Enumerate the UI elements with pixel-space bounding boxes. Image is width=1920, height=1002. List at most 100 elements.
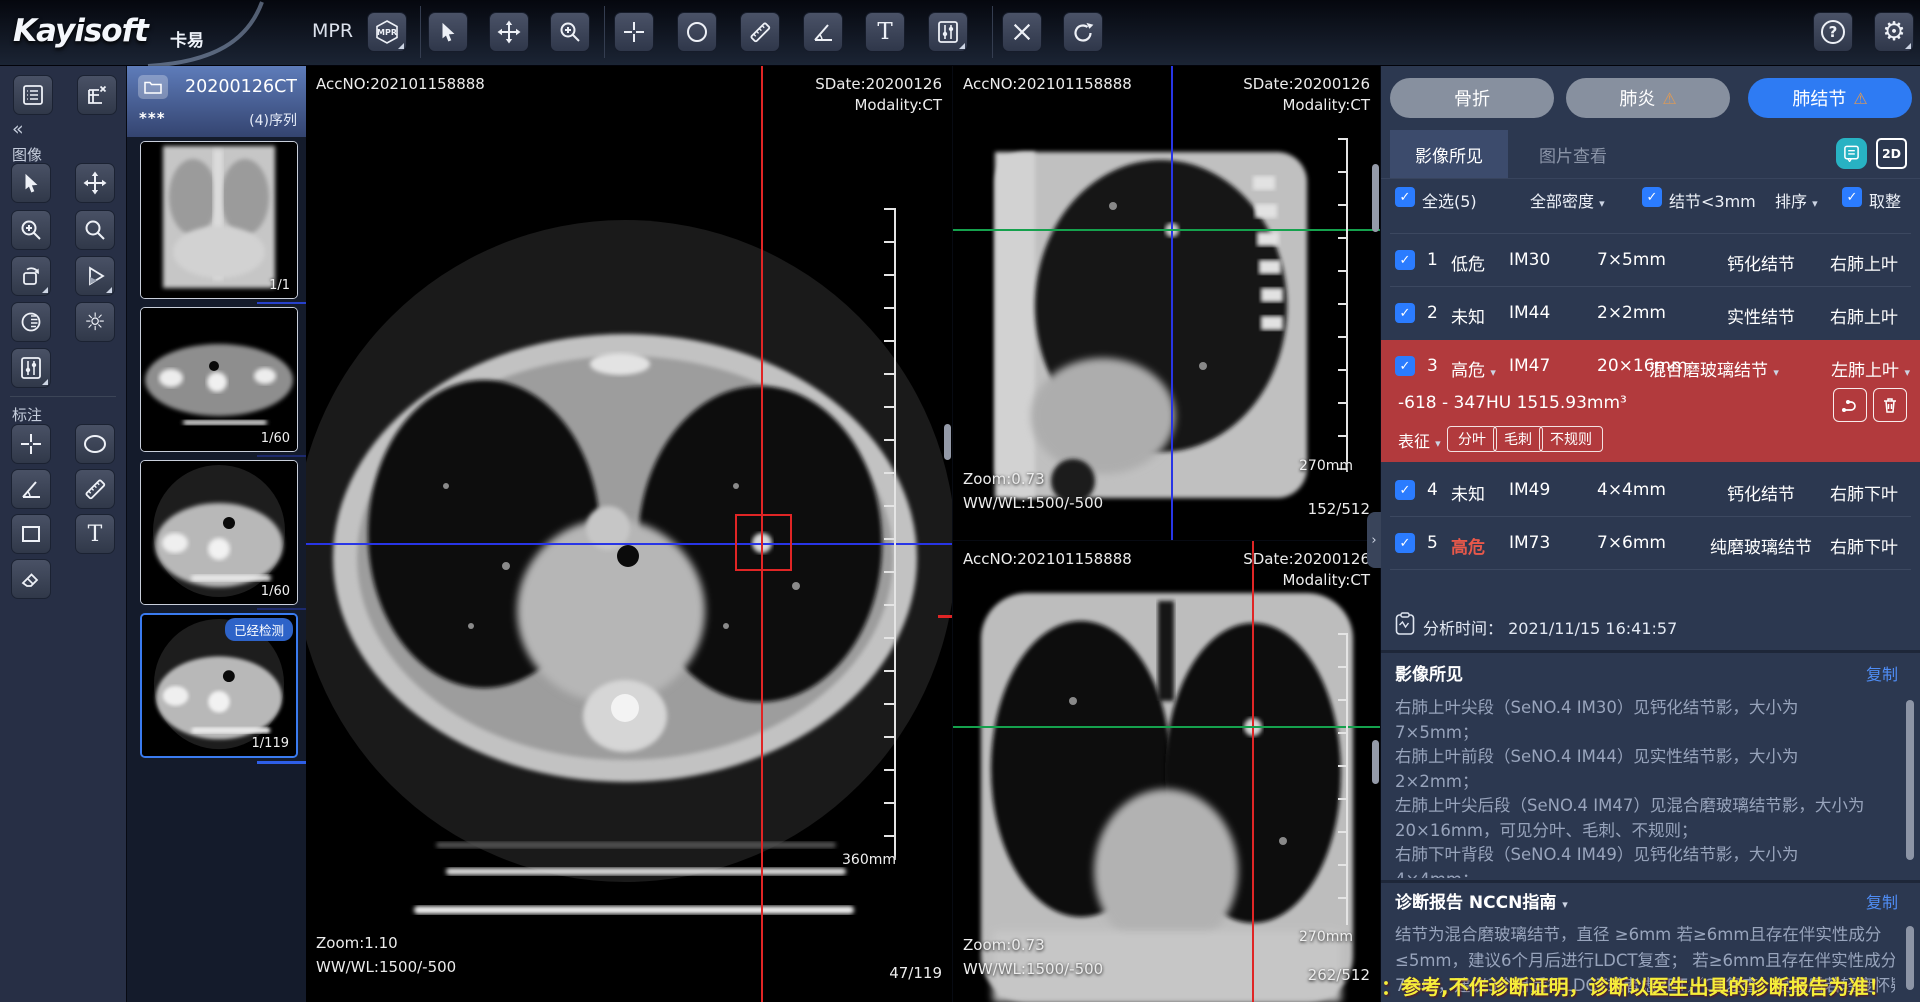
nodule-grade-high-risk: 高危 — [1451, 533, 1485, 558]
thumbnail-series-2[interactable]: 1/60 — [140, 307, 298, 452]
analysis-time-label: 分析时间： — [1423, 619, 1503, 638]
nodule-checkbox[interactable]: ✓ — [1395, 533, 1415, 553]
panel-collapse-handle[interactable]: › — [1367, 512, 1381, 568]
trait-chip[interactable]: 毛刺 — [1493, 426, 1543, 452]
cursor-tool-button[interactable] — [428, 12, 468, 52]
nodule-row-5[interactable]: ✓ 5 高危 IM73 7×6mm 纯磨玻璃结节 右肺下叶 — [1381, 517, 1920, 569]
thumbnail-slice-count: 1/119 — [252, 736, 289, 751]
nodule-checkbox[interactable]: ✓ — [1395, 303, 1415, 323]
rail-pan-button[interactable] — [75, 163, 115, 203]
rail-rotate-button[interactable] — [11, 256, 51, 296]
rail-window-level-button[interactable] — [11, 348, 51, 388]
small-nodule-checkbox[interactable]: ✓ — [1642, 187, 1662, 207]
nodule-checkbox[interactable]: ✓ — [1395, 250, 1415, 270]
sort-dropdown[interactable]: 排序 ▾ — [1775, 188, 1818, 212]
ruler-tool-button[interactable] — [740, 12, 780, 52]
rail-cine-play-button[interactable] — [75, 256, 115, 296]
density-filter-dropdown[interactable]: 全部密度 ▾ — [1530, 188, 1605, 212]
twod-view-button[interactable]: 2D — [1876, 138, 1907, 169]
sagittal-viewport[interactable]: 270mm AccNO:202101158888 SDate:20200126 … — [953, 66, 1380, 540]
series-list-button[interactable] — [13, 75, 53, 115]
folder-button[interactable] — [138, 75, 168, 99]
sagittal-reference-horizontal[interactable] — [953, 229, 1380, 231]
annotation-section-label: 标注 — [12, 404, 42, 425]
report-chat-button[interactable] — [1836, 138, 1867, 169]
round-checkbox[interactable]: ✓ — [1842, 187, 1862, 207]
cursor-icon — [437, 21, 459, 43]
delete-nodule-button[interactable] — [1873, 388, 1907, 422]
thumbnail-series-4-selected[interactable]: 已经检测 1/119 — [140, 613, 298, 758]
tab-imaging-findings[interactable]: 影像所见 — [1390, 130, 1508, 178]
rail-cursor-button[interactable] — [11, 163, 51, 203]
annot-angle-button[interactable] — [11, 469, 51, 509]
delete-annotation-button[interactable] — [1002, 12, 1042, 52]
nodule-checkbox[interactable]: ✓ — [1395, 480, 1415, 500]
text-tool-button[interactable]: T — [865, 12, 905, 52]
report-copy-button[interactable]: 复制 — [1866, 889, 1898, 913]
trait-label: 分叶 — [1447, 426, 1497, 452]
axial-viewport[interactable]: 360mm AccNO:202101158888 SDate:20200126 … — [306, 66, 952, 1002]
annot-rectangle-button[interactable] — [11, 514, 51, 554]
axial-scrollbar-thumb[interactable] — [944, 424, 951, 460]
axial-crosshair-horizontal[interactable] — [306, 543, 952, 545]
nodule-type-dropdown[interactable]: 混合磨玻璃结节 ▾ — [1649, 356, 1779, 381]
module-tab-lung-nodule-active[interactable]: 肺结节 ⚠ — [1748, 78, 1912, 118]
nodule-row-4[interactable]: ✓ 4 未知 IM49 4×4mm 钙化结节 右肺下叶 — [1381, 464, 1920, 516]
module-tab-pneumonia[interactable]: 肺炎 ⚠ — [1566, 78, 1730, 118]
window-level-button[interactable] — [928, 12, 968, 52]
coronal-viewport[interactable]: 270mm AccNO:202101158888 SDate:20200126 … — [953, 541, 1380, 1002]
report-line: ≤5mm，建议6个月后进行LDCT复查； 若≥6mm且存在伴实性成分6～ — [1395, 948, 1895, 974]
traits-dropdown[interactable]: 表征 ▾ — [1398, 428, 1441, 452]
module-tab-fracture[interactable]: 骨折 — [1390, 78, 1554, 118]
collapse-panel-toggle[interactable]: « — [12, 118, 24, 140]
findings-copy-button[interactable]: 复制 — [1866, 661, 1898, 685]
series-header[interactable]: 20200126CT *** (4)序列 — [127, 66, 306, 137]
annot-eraser-button[interactable] — [11, 559, 51, 599]
report-scrollbar-thumb[interactable] — [1906, 926, 1914, 990]
settings-button[interactable]: ⚙ — [1874, 12, 1914, 52]
nodule-roi-box[interactable] — [735, 514, 792, 571]
nodule-grade-dropdown[interactable]: 高危 ▾ — [1451, 356, 1496, 381]
layout-close-button[interactable] — [77, 75, 117, 115]
tab-image-view[interactable]: 图片查看 — [1514, 130, 1632, 178]
module-label: 骨折 — [1454, 85, 1490, 111]
annot-ruler-button[interactable] — [75, 469, 115, 509]
annot-crosshair-button[interactable] — [11, 424, 51, 464]
annot-ellipse-button[interactable] — [75, 424, 115, 464]
rail-brightness-button[interactable]: ☼ — [75, 302, 115, 342]
angle-tool-button[interactable] — [803, 12, 843, 52]
findings-scrollbar-thumb[interactable] — [1906, 700, 1914, 860]
coronal-scrollbar-thumb[interactable] — [1372, 740, 1379, 784]
coronal-crosshair-vertical[interactable] — [1252, 541, 1254, 1002]
sagittal-modality: Modality:CT — [1282, 95, 1370, 116]
coronal-reference-horizontal[interactable] — [953, 726, 1380, 728]
finding-line: 右肺上叶前段（SeNO.4 IM44）见实性结节影，大小为2×2mm； — [1395, 745, 1879, 794]
annot-text-button[interactable]: T — [75, 514, 115, 554]
reset-rotate-button[interactable] — [1063, 12, 1103, 52]
detected-badge: 已经检测 — [225, 618, 293, 641]
measure-path-button[interactable] — [1833, 388, 1867, 422]
rail-magnify-button[interactable] — [75, 210, 115, 250]
nodule-checkbox[interactable]: ✓ — [1395, 356, 1415, 376]
nodule-row-3-selected[interactable]: ✓ 3 高危 ▾ IM47 20×16mm 混合磨玻璃结节 ▾ 左肺上叶 ▾ -… — [1381, 340, 1920, 462]
sagittal-crosshair-vertical[interactable] — [1171, 66, 1173, 540]
thumbnail-series-3[interactable]: 1/60 — [140, 460, 298, 605]
mpr-layout-button[interactable]: MPR — [367, 12, 407, 52]
help-button[interactable]: ? — [1813, 12, 1853, 52]
select-all-checkbox[interactable]: ✓ — [1395, 187, 1415, 207]
trait-chip[interactable]: 不规则 — [1539, 426, 1603, 452]
rail-invert-button[interactable] — [11, 302, 51, 342]
ellipse-tool-button[interactable] — [677, 12, 717, 52]
sagittal-scrollbar-thumb[interactable] — [1372, 164, 1379, 232]
crosshair-tool-button[interactable] — [614, 12, 654, 52]
trait-chip[interactable]: 分叶 — [1447, 426, 1497, 452]
nodule-row-2[interactable]: ✓ 2 未知 IM44 2×2mm 实性结节 右肺上叶 — [1381, 287, 1920, 339]
nodule-row-1[interactable]: ✓ 1 低危 IM30 7×5mm 钙化结节 右肺上叶 — [1381, 234, 1920, 286]
nodule-number: 1 — [1427, 250, 1438, 270]
rail-zoom-in-button[interactable] — [11, 210, 51, 250]
chevron-down-icon[interactable]: ▾ — [1562, 898, 1568, 911]
nodule-location-dropdown[interactable]: 左肺上叶 ▾ — [1831, 356, 1910, 381]
zoom-tool-button[interactable] — [550, 12, 590, 52]
thumbnail-scout[interactable]: 1/1 — [140, 141, 298, 299]
pan-tool-button[interactable] — [489, 12, 529, 52]
